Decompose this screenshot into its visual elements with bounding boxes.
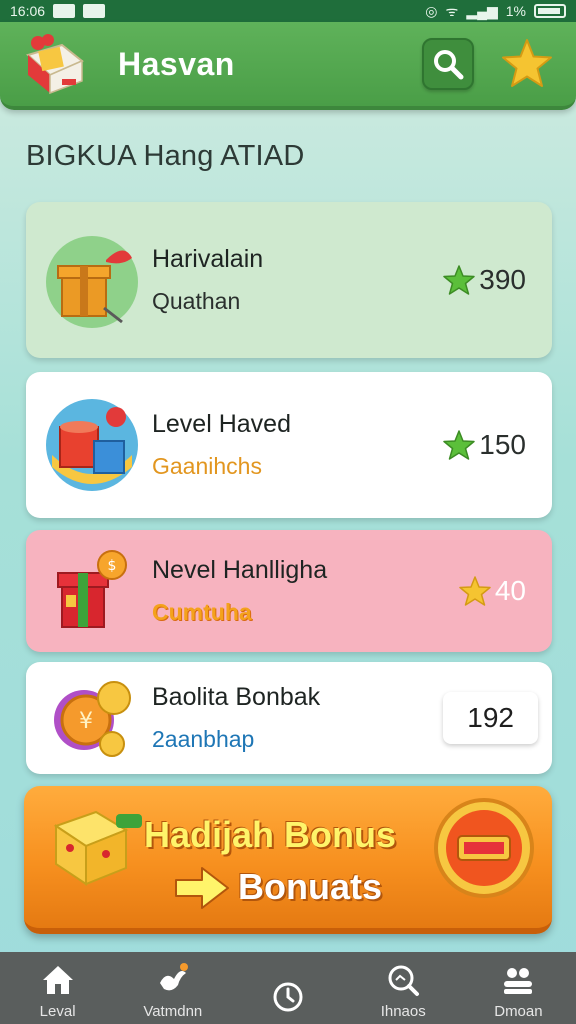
reward-card-3[interactable]: $ Nevel Hanlligha Cumtuha 40: [26, 530, 552, 652]
svg-text:$: $: [108, 558, 117, 574]
search-icon: [388, 965, 420, 996]
app-notification-icon: [83, 4, 106, 18]
reward-card-4[interactable]: ¥ Baolita Bonbak 2aanbhap 192: [26, 662, 552, 774]
search-icon: [434, 50, 464, 80]
green-star-icon: [443, 430, 476, 460]
users-icon: [504, 968, 533, 994]
bird-icon: [159, 963, 188, 991]
clock-icon: [273, 982, 303, 1012]
nav-label: Dmoan: [494, 1003, 543, 1020]
reward-card-2[interactable]: Level Haved Gaanihchs 150: [26, 372, 552, 518]
star-icon: [502, 39, 552, 87]
green-star-icon: [443, 265, 476, 295]
reward-value: 150: [479, 429, 526, 460]
dice-gift-icon: [53, 810, 142, 886]
reward-value: 40: [494, 575, 526, 606]
card-subtitle: Quathan: [152, 288, 241, 314]
location-icon: ◎: [425, 2, 438, 19]
card-subtitle: Cumtuha: [152, 599, 252, 625]
nav-label: Leval: [39, 1003, 76, 1020]
reward-value: 390: [479, 264, 526, 295]
svg-text:¥: ¥: [79, 709, 93, 734]
nav-item-history[interactable]: [230, 952, 345, 1024]
card-reward: 150: [443, 429, 526, 461]
arrow-right-icon: [175, 867, 229, 909]
gallery-notification-icon: [53, 4, 76, 18]
gold-star-icon: [459, 576, 491, 606]
bonus-title: Hadijah Bonus: [144, 814, 397, 855]
reward-card-1[interactable]: Harivalain Quathan 390: [26, 202, 552, 358]
nav-label: Vatmdnn: [143, 1003, 203, 1020]
bonus-banner[interactable]: Hadijah Bonus Bonuats: [24, 786, 552, 934]
gift-box-icon: [44, 232, 140, 328]
reward-badge-icon: [434, 798, 534, 898]
nav-item-level[interactable]: Leval: [0, 952, 115, 1024]
coins-icon: ¥: [44, 670, 140, 766]
search-button[interactable]: [422, 38, 474, 90]
battery-percent: 1%: [505, 3, 526, 19]
nav-label: Ihnaos: [380, 1003, 426, 1020]
card-title: Baolita Bonbak: [152, 683, 321, 711]
gift-box-logo-icon: [22, 31, 88, 97]
card-reward: 390: [443, 264, 526, 296]
nav-item-ihnaos[interactable]: Ihnaos: [346, 952, 461, 1024]
nav-item-vatmdnn[interactable]: Vatmdnn: [115, 952, 230, 1024]
signal-icon: ▂▄▆: [466, 2, 498, 19]
card-title: Harivalain: [152, 245, 264, 273]
card-reward: 40: [459, 575, 526, 607]
reward-value-box: 192: [443, 692, 538, 744]
bucket-gift-icon: [44, 397, 140, 493]
favorites-button[interactable]: [500, 37, 554, 91]
present-coin-icon: $: [44, 543, 140, 639]
section-title: BIGKUA Hang ATIAD: [26, 140, 305, 172]
status-time: 16:06: [10, 3, 46, 19]
wifi-icon: ᯤ: [445, 2, 459, 19]
bonus-subtitle: Bonuats: [238, 866, 382, 907]
app-title: Hasvan: [118, 45, 235, 82]
card-title: Nevel Hanlligha: [152, 556, 328, 584]
battery-icon: [534, 4, 566, 18]
bottom-nav: Leval Vatmdnn Ihnaos Dmoan: [0, 952, 576, 1024]
home-icon: [42, 966, 73, 994]
card-subtitle: 2aanbhap: [152, 726, 255, 752]
card-subtitle: Gaanihchs: [152, 453, 262, 479]
status-bar: 16:06 ◎ ᯤ ▂▄▆ 1%: [0, 0, 576, 22]
nav-item-dmoan[interactable]: Dmoan: [461, 952, 576, 1024]
app-header: Hasvan: [0, 22, 576, 110]
card-title: Level Haved: [152, 410, 291, 438]
